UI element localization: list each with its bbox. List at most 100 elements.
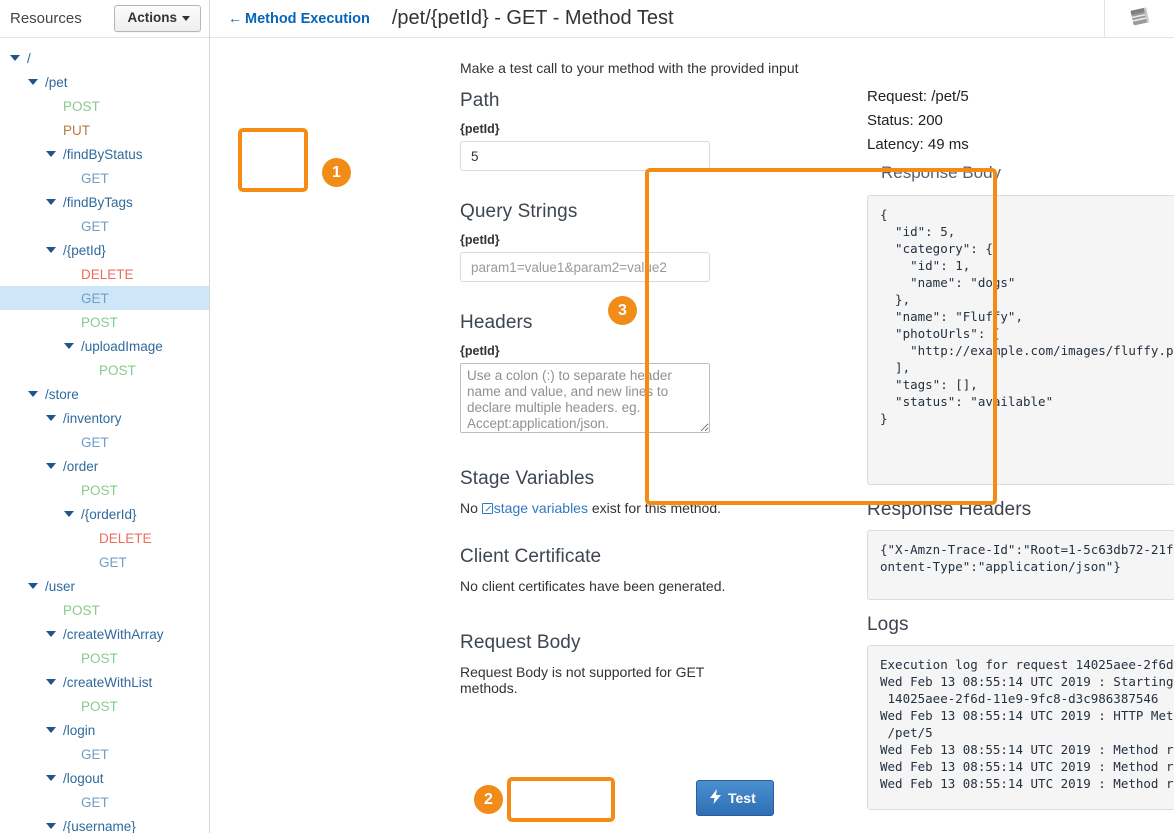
tree-resource-store[interactable]: /store [0,382,209,406]
stage-variables-text-before: No [460,500,482,516]
tree-method-get[interactable]: GET [0,550,209,574]
tree-method-get[interactable]: GET [0,214,209,238]
tree-method-label: POST [81,651,118,666]
tree-method-post[interactable]: POST [0,646,209,670]
caret-down-icon[interactable] [46,199,56,205]
page-subtitle: Make a test call to your method with the… [460,60,799,76]
caret-down-icon[interactable] [64,511,74,517]
status-line: Status: 200 [867,112,1174,129]
tree-method-delete[interactable]: DELETE [0,526,209,550]
caret-down-icon[interactable] [46,679,56,685]
lightning-bolt-icon [710,789,722,806]
tree-method-post[interactable]: POST [0,478,209,502]
chevron-down-icon [182,16,190,21]
tree-method-post[interactable]: POST [0,94,209,118]
tree-indent-spacer [64,751,74,757]
tree-indent-spacer [64,295,74,301]
path-section-heading: Path [460,90,760,112]
client-certificate-text: No client certificates have been generat… [460,578,760,594]
caret-down-icon[interactable] [46,631,56,637]
query-strings-section-heading: Query Strings [460,201,760,223]
tree-resource-inventory[interactable]: /inventory [0,406,209,430]
tree-method-get[interactable]: GET [0,742,209,766]
tree-method-post[interactable]: POST [0,310,209,334]
annotation-highlight-test-button [507,777,615,822]
tree-indent-spacer [46,103,56,109]
stage-variables-text: No stage variables exist for this method… [460,500,760,516]
caret-down-icon[interactable] [46,247,56,253]
tree-method-get[interactable]: GET [0,430,209,454]
page-title: /pet/{petId} - GET - Method Test [392,7,674,30]
caret-down-icon[interactable] [46,415,56,421]
test-result-column: Request: /pet/5 Status: 200 Latency: 49 … [867,88,1174,810]
annotation-badge-3: 3 [608,296,637,325]
tree-resource-label: / [27,51,31,66]
tree-method-get[interactable]: GET [0,166,209,190]
tree-resource-user[interactable]: /user [0,574,209,598]
tree-method-get[interactable]: GET [0,790,209,814]
tree-indent-spacer [46,127,56,133]
actions-button[interactable]: Actions [114,5,201,32]
caret-down-icon[interactable] [46,775,56,781]
tree-method-put[interactable]: PUT [0,118,209,142]
query-strings-input[interactable] [460,252,710,282]
tree-resource-label: /{petId} [63,243,106,258]
back-to-method-execution-link[interactable]: ←Method Execution [228,10,370,27]
tree-resource-login[interactable]: /login [0,718,209,742]
tree-method-label: GET [81,747,109,762]
tree-resource-label: /findByStatus [63,147,143,162]
tree-indent-spacer [64,799,74,805]
caret-down-icon[interactable] [46,727,56,733]
tree-resource-[interactable]: / [0,46,209,70]
caret-down-icon[interactable] [64,343,74,349]
tree-method-post[interactable]: POST [0,598,209,622]
caret-down-icon[interactable] [46,463,56,469]
tree-resource-order[interactable]: /order [0,454,209,478]
caret-down-icon[interactable] [28,583,38,589]
caret-down-icon[interactable] [28,391,38,397]
tree-method-get[interactable]: GET [0,286,209,310]
headers-param-label: {petId} [460,344,760,358]
tree-resource-label: /{username} [63,819,136,833]
tree-method-label: GET [81,291,109,306]
test-button-label: Test [728,791,756,805]
tree-resource-label: /store [45,387,79,402]
tree-indent-spacer [82,367,92,373]
test-button[interactable]: Test [696,780,774,816]
tree-resource-label: /logout [63,771,104,786]
tree-resource-uploadimage[interactable]: /uploadImage [0,334,209,358]
tree-method-label: GET [81,435,109,450]
tree-method-label: POST [81,315,118,330]
path-petid-input[interactable] [460,141,710,171]
tree-resource-label: /findByTags [63,195,133,210]
tree-method-label: POST [81,699,118,714]
tree-method-post[interactable]: POST [0,694,209,718]
documentation-button[interactable] [1104,0,1174,38]
caret-down-icon[interactable] [10,55,20,61]
annotation-badge-2: 2 [474,785,503,814]
tree-resource-createwitharray[interactable]: /createWithArray [0,622,209,646]
tree-resource-username[interactable]: /{username} [0,814,209,833]
stage-variables-link[interactable]: stage variables [482,500,588,516]
tree-resource-createwithlist[interactable]: /createWithList [0,670,209,694]
tree-resource-pet[interactable]: /pet [0,70,209,94]
caret-down-icon[interactable] [46,151,56,157]
client-certificate-section-heading: Client Certificate [460,546,760,568]
caret-down-icon[interactable] [46,823,56,829]
tree-resource-findbystatus[interactable]: /findByStatus [0,142,209,166]
tree-method-delete[interactable]: DELETE [0,262,209,286]
headers-textarea[interactable] [460,363,710,433]
tree-method-label: GET [99,555,127,570]
test-form-column: Path {petId} Query Strings {petId} Heade… [460,90,760,696]
tree-resource-petid[interactable]: /{petId} [0,238,209,262]
tree-resource-orderid[interactable]: /{orderId} [0,502,209,526]
tree-resource-findbytags[interactable]: /findByTags [0,190,209,214]
tree-resource-label: /pet [45,75,68,90]
sidebar-header: Resources Actions [0,0,209,38]
tree-resource-logout[interactable]: /logout [0,766,209,790]
tree-method-post[interactable]: POST [0,358,209,382]
tree-resource-label: /createWithList [63,675,152,690]
caret-down-icon[interactable] [28,79,38,85]
tree-indent-spacer [64,319,74,325]
tree-method-label: PUT [63,123,90,138]
